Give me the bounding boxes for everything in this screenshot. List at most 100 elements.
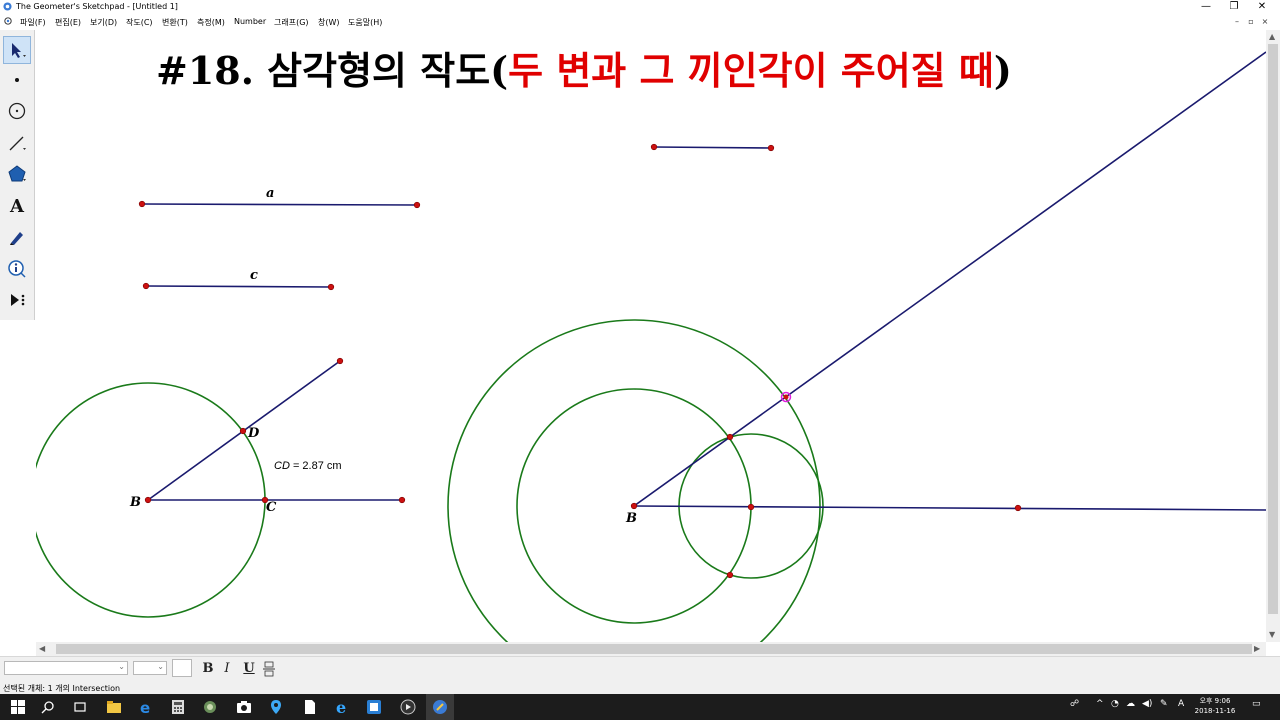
- doc-minimize-button[interactable]: –: [1230, 14, 1244, 29]
- circle-right-large[interactable]: [447, 319, 821, 642]
- search-button[interactable]: [38, 697, 58, 717]
- ray-right-horizontal[interactable]: [633, 505, 1266, 511]
- menu-measure[interactable]: 측정(M): [197, 17, 225, 28]
- marker-tool[interactable]: [3, 223, 31, 251]
- horizontal-scroll-thumb[interactable]: [56, 644, 1252, 654]
- maps-button[interactable]: [266, 697, 286, 717]
- minimize-button[interactable]: —: [1192, 0, 1220, 14]
- edge-button[interactable]: e: [136, 697, 156, 717]
- media-player-button[interactable]: [398, 697, 418, 717]
- search-icon: [41, 701, 54, 714]
- math-format-button[interactable]: [260, 660, 278, 678]
- polygon-tool[interactable]: [3, 160, 31, 188]
- calculator-button[interactable]: [168, 697, 188, 717]
- menu-edit[interactable]: 편집(E): [55, 17, 81, 28]
- close-button[interactable]: ✕: [1248, 0, 1276, 14]
- vertical-scroll-thumb[interactable]: [1268, 44, 1278, 614]
- horizontal-scrollbar[interactable]: ◀ ▶: [36, 642, 1266, 656]
- point-right-intersection-upper[interactable]: [726, 433, 734, 441]
- cloud-icon[interactable]: ☁: [1126, 699, 1135, 709]
- document-button[interactable]: [300, 697, 320, 717]
- tray-chevron-up-icon[interactable]: ^: [1096, 699, 1104, 709]
- scroll-left-arrow-icon[interactable]: ◀: [39, 644, 45, 653]
- point-tool[interactable]: [3, 66, 31, 94]
- text-color-button[interactable]: [172, 659, 192, 677]
- point-left-d[interactable]: [239, 427, 247, 435]
- sketchpad-window: The Geometer's Sketchpad - [Untitled 1] …: [0, 0, 1280, 720]
- menu-view[interactable]: 보기(D): [90, 17, 117, 28]
- pen-icon[interactable]: ✎: [1160, 699, 1168, 709]
- doc-restore-button[interactable]: ▫: [1244, 14, 1258, 29]
- file-explorer-button[interactable]: [104, 697, 124, 717]
- point-right-b[interactable]: [630, 502, 638, 510]
- point-a-end[interactable]: [413, 201, 421, 209]
- document-icon[interactable]: [4, 17, 12, 25]
- menu-bar: 파일(F) 편집(E) 보기(D) 작도(C) 변환(T) 측정(M) Numb…: [0, 14, 1280, 29]
- restore-button[interactable]: ❐: [1220, 0, 1248, 14]
- wifi-icon[interactable]: ◔: [1111, 699, 1119, 709]
- menu-transform[interactable]: 변환(T): [162, 17, 188, 28]
- sketch-canvas[interactable]: #18. 삼각형의 작도(두 변과 그 끼인각이 주어질 때) a c D B …: [36, 30, 1266, 642]
- bold-button[interactable]: B: [199, 660, 217, 678]
- font-family-select[interactable]: ⌄: [4, 661, 128, 675]
- input-language[interactable]: A: [1178, 699, 1184, 709]
- custom-tools-menu[interactable]: [3, 286, 31, 314]
- label-d[interactable]: D: [248, 426, 259, 441]
- point-right-horizontal-far[interactable]: [1014, 504, 1022, 512]
- clock[interactable]: 오후 9:06 2018-11-16: [1194, 696, 1236, 716]
- label-a[interactable]: a: [266, 186, 274, 201]
- menu-help[interactable]: 도움말(H): [348, 17, 382, 28]
- windows-taskbar: e e ☍ ^ ◔ ☁ ◀) ✎ A 오후 9:06 2018-11-16 ▭: [0, 694, 1280, 720]
- underline-button[interactable]: U: [240, 660, 258, 678]
- volume-icon[interactable]: ◀): [1142, 699, 1152, 709]
- menu-number[interactable]: Number: [234, 17, 266, 26]
- menu-construct[interactable]: 작도(C): [126, 17, 153, 28]
- task-view-button[interactable]: [70, 697, 90, 717]
- straightedge-tool[interactable]: [3, 129, 31, 157]
- font-size-select[interactable]: ⌄: [133, 661, 167, 675]
- segment-angle-reference[interactable]: [653, 146, 772, 149]
- label-b-right[interactable]: B: [626, 511, 637, 526]
- scroll-down-arrow-icon[interactable]: ▼: [1269, 630, 1275, 639]
- hancom-button[interactable]: [364, 697, 384, 717]
- point-a-start[interactable]: [138, 200, 146, 208]
- label-c-point[interactable]: C: [266, 500, 276, 515]
- information-tool[interactable]: [3, 255, 31, 283]
- label-c[interactable]: c: [250, 268, 258, 283]
- measurement-cd[interactable]: CD = 2.87 cm: [274, 460, 342, 472]
- point-left-bc-end[interactable]: [398, 496, 406, 504]
- menu-file[interactable]: 파일(F): [20, 17, 46, 28]
- calculator-icon: [172, 700, 184, 714]
- vertical-scrollbar[interactable]: ▲ ▼: [1266, 30, 1280, 642]
- segment-a[interactable]: [141, 203, 418, 206]
- scroll-up-arrow-icon[interactable]: ▲: [1269, 32, 1275, 41]
- marker-icon: [10, 232, 23, 245]
- internet-explorer-button[interactable]: e: [332, 697, 352, 717]
- notification-icon[interactable]: ▭: [1252, 699, 1261, 709]
- point-angle-end[interactable]: [767, 144, 775, 152]
- point-left-ray-end[interactable]: [336, 357, 344, 365]
- camera-button[interactable]: [234, 697, 254, 717]
- point-right-horizontal-mid[interactable]: [747, 503, 755, 511]
- clock-date: 2018-11-16: [1194, 707, 1236, 715]
- scroll-right-arrow-icon[interactable]: ▶: [1254, 644, 1260, 653]
- segment-c[interactable]: [145, 285, 332, 288]
- point-right-intersection-lower[interactable]: [726, 571, 734, 579]
- point-c-start[interactable]: [142, 282, 150, 290]
- app-pinned-button[interactable]: [200, 697, 220, 717]
- select-arrow-tool[interactable]: [3, 36, 31, 64]
- italic-button[interactable]: I: [218, 660, 236, 678]
- text-tool[interactable]: A: [3, 192, 31, 220]
- information-icon: [8, 260, 26, 278]
- compass-tool[interactable]: [3, 97, 31, 125]
- point-left-b[interactable]: [144, 496, 152, 504]
- people-icon[interactable]: ☍: [1070, 699, 1079, 709]
- menu-graph[interactable]: 그래프(G): [274, 17, 309, 28]
- sketchpad-taskbar-button[interactable]: [430, 697, 450, 717]
- point-angle-start[interactable]: [650, 143, 658, 151]
- doc-close-button[interactable]: ×: [1258, 14, 1272, 29]
- point-c-end[interactable]: [327, 283, 335, 291]
- label-b-left[interactable]: B: [130, 495, 141, 510]
- start-button[interactable]: [8, 697, 28, 717]
- menu-window[interactable]: 창(W): [318, 17, 340, 28]
